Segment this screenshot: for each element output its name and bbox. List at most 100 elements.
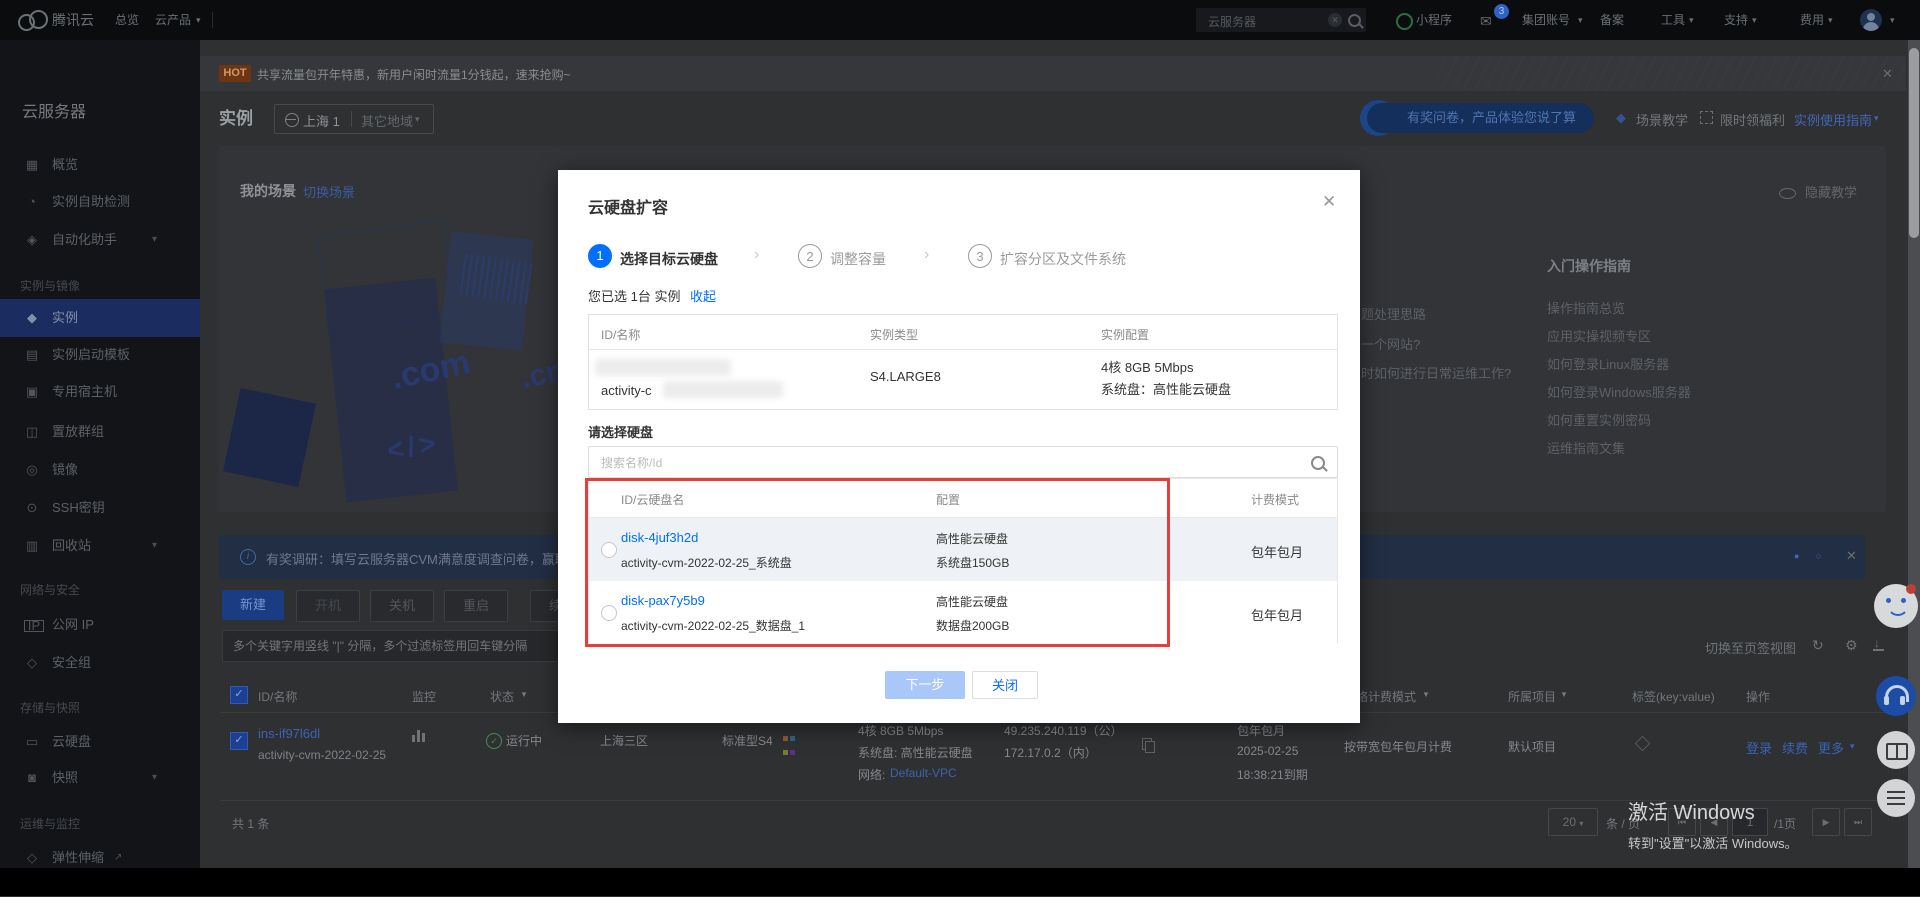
guide-link[interactable]: 如何登录Linux服务器 xyxy=(1547,354,1669,373)
guide-link[interactable]: 应用实操视频专区 xyxy=(1547,326,1651,345)
usage-guide-link[interactable]: 实例使用指南 xyxy=(1794,110,1872,129)
disk-id-link[interactable]: disk-4juf3h2d xyxy=(621,530,698,545)
download-icon[interactable] xyxy=(1872,639,1884,651)
restart-button[interactable]: 重启 xyxy=(444,590,508,622)
sidebar-item-overview[interactable]: ▦ 概览 xyxy=(0,146,200,184)
carousel-dot-active[interactable]: ● xyxy=(1794,551,1799,561)
next-page-button[interactable]: ▶ xyxy=(1812,808,1840,836)
carousel-dot[interactable]: ○ xyxy=(1816,551,1821,561)
brand-name[interactable]: 腾讯云 xyxy=(52,0,94,40)
nav-products[interactable]: 云产品 xyxy=(155,0,191,40)
per-page-select[interactable]: 20 ▾ xyxy=(1548,808,1598,836)
nav-search-box[interactable]: ✕ xyxy=(1196,8,1366,32)
prev-page-button[interactable]: ◀ xyxy=(1700,808,1728,836)
sidebar-item-snapshot[interactable]: ◙ 快照 ▾ xyxy=(0,759,200,797)
modal-close-button[interactable]: 关闭 xyxy=(972,671,1038,699)
guide-link[interactable]: 运维指南文集 xyxy=(1547,438,1625,457)
nav-overview[interactable]: 总览 xyxy=(115,0,139,40)
more-action[interactable]: 更多 xyxy=(1818,738,1844,757)
sidebar-item-ssh-keys[interactable]: ⊙ SSH密钥 xyxy=(0,489,200,527)
disk-row[interactable]: disk-pax7y5b9 activity-cvm-2022-02-25_数据… xyxy=(589,581,1337,644)
nav-support[interactable]: 支持 xyxy=(1724,0,1748,40)
scene-teaching-link[interactable]: 场景教学 xyxy=(1636,110,1688,129)
nav-icp[interactable]: 备案 xyxy=(1600,0,1624,40)
disk-radio[interactable] xyxy=(601,542,617,558)
instance-id-link[interactable]: ins-if97l6dl xyxy=(258,726,320,741)
support-headset-button[interactable] xyxy=(1876,676,1916,716)
page-input[interactable]: 1 xyxy=(1732,808,1768,836)
image-icon: ◎ xyxy=(24,451,40,489)
row-checkbox[interactable]: ✓ xyxy=(230,732,248,750)
nav-billing[interactable]: 费用 xyxy=(1800,0,1824,40)
avatar[interactable] xyxy=(1860,9,1882,31)
switch-scene-link[interactable]: 切换场景 xyxy=(303,182,355,201)
guide-link[interactable]: 操作指南总览 xyxy=(1547,298,1625,317)
disk-id-link[interactable]: disk-pax7y5b9 xyxy=(621,593,705,608)
faq-link-fragment[interactable]: 一个网站? xyxy=(1361,334,1420,353)
hide-teaching-link[interactable]: 隐藏教学 xyxy=(1805,182,1857,201)
mail-icon[interactable]: ✉ xyxy=(1480,1,1492,41)
banner-close-icon[interactable]: ✕ xyxy=(1882,66,1893,82)
disk-radio[interactable] xyxy=(601,605,617,621)
survey-pill-button[interactable]: 有奖问卷，产品体验您说了算 xyxy=(1367,103,1594,133)
disk-search-box[interactable] xyxy=(588,446,1338,478)
renew-action[interactable]: 续费 xyxy=(1782,738,1808,757)
sidebar-item-automation[interactable]: ◈ 自动化助手 ▾ xyxy=(0,221,200,259)
monitor-chart-icon[interactable] xyxy=(412,730,428,742)
sidebar-item-public-ip[interactable]: IP 公网 IP xyxy=(0,606,200,644)
filter-icon[interactable]: ▼ xyxy=(1560,690,1568,699)
vpc-link[interactable]: Default-VPC xyxy=(890,766,957,780)
faq-link-fragment[interactable]: 题处理思路 xyxy=(1361,304,1426,323)
sidebar-item-launch-template[interactable]: ▤ 实例启动模板 xyxy=(0,336,200,374)
start-button[interactable]: 开机 xyxy=(296,590,360,622)
disk-name: activity-cvm-2022-02-25_系统盘 xyxy=(621,554,792,571)
sidebar-item-cloud-disk[interactable]: ▭ 云硬盘 xyxy=(0,723,200,761)
login-action[interactable]: 登录 xyxy=(1746,738,1772,757)
refresh-icon[interactable]: ↻ xyxy=(1812,637,1824,654)
clear-icon[interactable]: ✕ xyxy=(1328,13,1342,27)
copy-icon[interactable] xyxy=(1142,738,1152,750)
last-page-button[interactable]: ⏭ xyxy=(1844,808,1872,836)
scrollbar-thumb[interactable] xyxy=(1909,48,1919,238)
disk-search-input[interactable] xyxy=(599,451,1303,475)
modal-close-icon[interactable]: ✕ xyxy=(1322,192,1336,212)
create-button[interactable]: 新建 xyxy=(222,590,284,620)
benefit-link[interactable]: 限时领福利 xyxy=(1720,110,1785,129)
shutdown-button[interactable]: 关机 xyxy=(370,590,434,622)
sidebar-item-dedicated-host[interactable]: ▣ 专用宿主机 xyxy=(0,373,200,411)
search-icon[interactable] xyxy=(1311,456,1325,470)
gear-icon[interactable]: ⚙ xyxy=(1845,637,1858,654)
nav-tools[interactable]: 工具 xyxy=(1661,0,1685,40)
region-current[interactable]: 上海 1 xyxy=(303,111,340,130)
status-running-icon: ✓ xyxy=(486,730,502,749)
nav-mini-program[interactable]: 小程序 xyxy=(1416,0,1452,40)
guide-link[interactable]: 如何重置实例密码 xyxy=(1547,410,1651,429)
sidebar-item-security-group[interactable]: ◇ 安全组 xyxy=(0,644,200,682)
sidebar-item-instances[interactable]: ◆ 实例 xyxy=(0,299,200,337)
filter-icon[interactable]: ▼ xyxy=(520,690,528,699)
region-selector[interactable]: 上海 1 其它地域 ▾ xyxy=(274,104,434,134)
view-switch-link[interactable]: 切换至页签视图 xyxy=(1705,638,1796,657)
sidebar-item-recycle-bin[interactable]: ▥ 回收站 ▾ xyxy=(0,527,200,565)
docs-book-button[interactable] xyxy=(1877,731,1915,769)
first-page-button[interactable]: ⏮ xyxy=(1668,808,1696,836)
disk-row[interactable]: disk-4juf3h2d activity-cvm-2022-02-25_系统… xyxy=(589,518,1337,581)
survey-close-icon[interactable]: ✕ xyxy=(1846,548,1857,564)
sidebar-item-images[interactable]: ◎ 镜像 xyxy=(0,451,200,489)
filter-icon[interactable]: ▼ xyxy=(1422,690,1430,699)
sidebar-item-self-check[interactable]: ◔ 实例自助检测 xyxy=(0,183,200,221)
faq-link-fragment[interactable]: 时如何进行日常运维工作? xyxy=(1361,363,1511,382)
sidebar-item-placement-group[interactable]: ◫ 置放群组 xyxy=(0,413,200,451)
m-instance-name-prefix: activity-c xyxy=(601,383,652,398)
guide-link[interactable]: 如何登录Windows服务器 xyxy=(1547,382,1691,401)
nav-search-input[interactable] xyxy=(1206,10,1320,32)
select-all-checkbox[interactable]: ✓ xyxy=(230,686,248,704)
chevron-down-icon: ▾ xyxy=(415,114,420,125)
collapse-link[interactable]: 收起 xyxy=(690,286,716,305)
search-icon[interactable] xyxy=(1348,14,1361,27)
promo-banner[interactable]: HOT 共享流量包开年特惠，新用户闲时流量1分钱起，速来抢购~ ✕ xyxy=(200,56,1906,91)
region-other[interactable]: 其它地域 xyxy=(361,111,413,130)
next-step-button[interactable]: 下一步 xyxy=(885,671,965,699)
panel-list-button[interactable] xyxy=(1877,779,1915,817)
nav-group-account[interactable]: 集团账号 xyxy=(1522,0,1570,40)
